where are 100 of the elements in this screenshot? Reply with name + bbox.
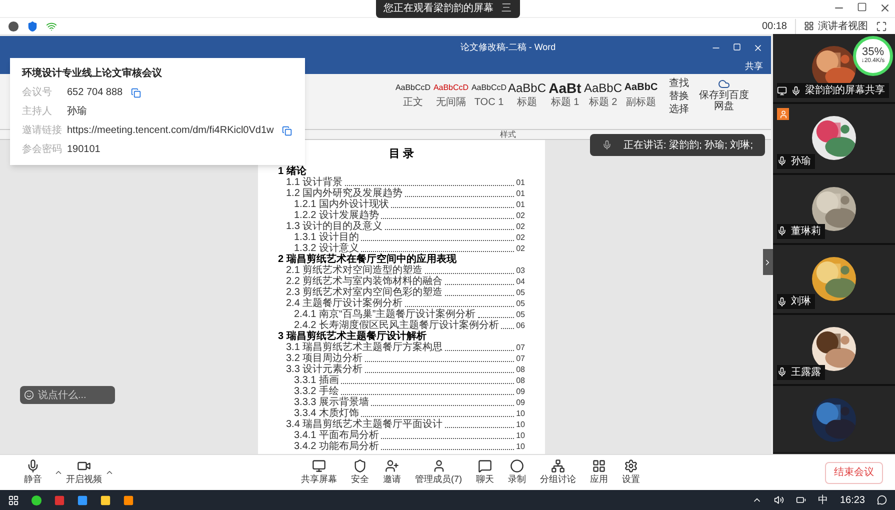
toolbar-button[interactable]: 设置 (615, 458, 647, 486)
toolbar-button[interactable]: 邀请 (376, 458, 408, 486)
share-icon (312, 458, 326, 473)
folder-icon[interactable] (100, 494, 111, 506)
record-icon (510, 458, 524, 473)
page-number: 10 (516, 408, 525, 418)
view-button[interactable]: 演讲者视图 (804, 18, 868, 34)
meeting-title: 环境设计专业线上论文审核会议 (22, 66, 163, 81)
ribbon-command[interactable]: 查找 (669, 78, 689, 90)
fullscreen-icon[interactable] (876, 20, 887, 32)
mic-icon (777, 156, 787, 166)
toc-entry: 3.4 瑞昌剪纸艺术主题餐厅平面设计 (286, 418, 443, 430)
caret-icon[interactable] (105, 468, 114, 477)
toolbar-button[interactable]: 聊天 (469, 458, 501, 486)
page-number: 08 (516, 364, 525, 374)
info-value: 孙瑜 (67, 105, 87, 119)
page-number: 05 (516, 298, 525, 308)
page-number: 09 (516, 386, 525, 396)
info-label: 会议号 (22, 86, 53, 100)
start-icon[interactable] (8, 494, 19, 506)
toolbar-button[interactable]: 安全 (344, 458, 376, 486)
toolbar-button[interactable]: 应用 (583, 458, 615, 486)
page-number: 07 (516, 342, 525, 352)
mic-icon (26, 458, 40, 473)
save-cloud-button[interactable]: 保存到百度网盘 (699, 78, 749, 112)
toolbar-button[interactable]: 静音 (12, 458, 54, 486)
mic-icon (791, 86, 801, 96)
speaking-indicator: 正在讲话: 梁韵韵; 孙瑜; 刘琳; (590, 134, 765, 156)
copy-icon[interactable] (130, 88, 141, 98)
chat-text-input[interactable]: 说点什么... (38, 388, 108, 402)
chat-input[interactable]: 说点什么... (20, 386, 115, 404)
toc-entry: 1 绪论 (278, 166, 306, 176)
info-icon[interactable] (8, 20, 19, 32)
word-title: 论文修改稿-二稿 - Word (459, 41, 557, 54)
toc-entry: 3.2 项目周边分析 (286, 352, 363, 364)
style-gallery-item[interactable]: AaBbC 副标题 (623, 78, 659, 112)
toc-entry: 1.1 设计背景 (286, 176, 343, 188)
mic-icon (777, 226, 787, 236)
end-meeting-button[interactable]: 结束会议 (825, 462, 883, 484)
shield-icon (353, 458, 367, 473)
sharing-banner: 您正在观看梁韵韵的屏幕 三 (376, 0, 520, 18)
style-gallery-item[interactable]: AaBbC 标题 (509, 78, 545, 112)
page-number: 07 (516, 352, 525, 364)
cloud-icon (718, 78, 730, 90)
toc-entry: 2.4 主题餐厅设计案例分析 (286, 298, 403, 308)
taskbar-clock: 16:23 (840, 494, 865, 508)
ribbon-command[interactable]: 选择 (669, 104, 689, 116)
style-gallery-item[interactable]: AaBbCcD 正文 (395, 78, 431, 112)
style-gallery-item[interactable]: AaBbC 标题 2 (585, 78, 621, 112)
info-value: 190101 (67, 143, 100, 157)
group-label: 样式 (500, 130, 517, 140)
info-label: 主持人 (22, 104, 53, 119)
toolbar-button[interactable]: 管理成员(7) (408, 458, 469, 486)
toolbar-button[interactable]: 录制 (501, 458, 533, 486)
page-number: 01 (516, 188, 525, 198)
shield-icon[interactable] (27, 20, 38, 32)
settings-icon (624, 458, 638, 473)
toc-entry: 1.2 国内外研究及发展趋势 (286, 188, 403, 198)
toolbar-button[interactable]: 分组讨论 (533, 458, 583, 486)
page-number: 04 (516, 276, 525, 286)
app-icon[interactable] (31, 494, 42, 506)
toc-entry: 3.3 设计元素分析 (286, 364, 363, 374)
caret-icon[interactable] (54, 468, 63, 477)
restore-icon[interactable] (857, 2, 867, 12)
toc-entry: 3.1 瑞昌剪纸艺术主题餐厅方案构思 (286, 342, 443, 352)
groups-icon (551, 458, 565, 473)
app-icon[interactable] (54, 494, 65, 506)
signal-icon (46, 20, 57, 32)
app-icon[interactable] (77, 494, 88, 506)
toc-title: 目 录 (388, 147, 416, 162)
ribbon-command[interactable]: 替换 (669, 91, 689, 103)
info-value: 652 704 888 (67, 86, 123, 100)
page-number: 02 (516, 232, 525, 242)
style-gallery-item[interactable]: AaBt 标题 1 (547, 78, 583, 112)
style-gallery-item[interactable]: AaBbCcD TOC 1 (471, 78, 507, 112)
collapse-handle[interactable] (763, 249, 773, 275)
close-icon[interactable] (753, 43, 763, 53)
volume-icon[interactable] (774, 495, 784, 505)
page-number: 10 (516, 430, 525, 440)
layout-icon (804, 21, 814, 31)
banner-menu-button[interactable]: 三 (502, 1, 512, 16)
copy-icon[interactable] (282, 126, 292, 136)
toc-entry: 1.3 设计的目的及意义 (286, 220, 383, 232)
info-label: 邀请链接 (22, 124, 63, 138)
toolbar-button[interactable]: 共享屏幕 (294, 458, 344, 486)
ime-indicator[interactable]: 中 (818, 492, 828, 508)
info-value: https://meeting.tencent.com/dm/fi4RKicl0Vd1w (67, 124, 274, 138)
toc-entry: 2 瑞昌剪纸艺术在餐厅空间中的应用表现 (278, 254, 456, 264)
app-icon[interactable] (123, 494, 134, 506)
style-gallery-item[interactable]: AaBbCcD 无间隔 (433, 78, 469, 112)
participant-name: 刘琳 (791, 294, 811, 310)
participant-name: 董琳莉 (791, 224, 821, 239)
emoji-icon (24, 390, 34, 400)
info-label: 参会密码 (22, 142, 63, 157)
share-link[interactable]: 共享 (745, 60, 763, 74)
notification-icon[interactable] (877, 495, 887, 505)
toolbar-button[interactable]: 开启视频 (63, 458, 105, 486)
close-icon[interactable] (879, 2, 891, 14)
page-number: 08 (516, 374, 525, 386)
page-number: 05 (516, 308, 525, 320)
